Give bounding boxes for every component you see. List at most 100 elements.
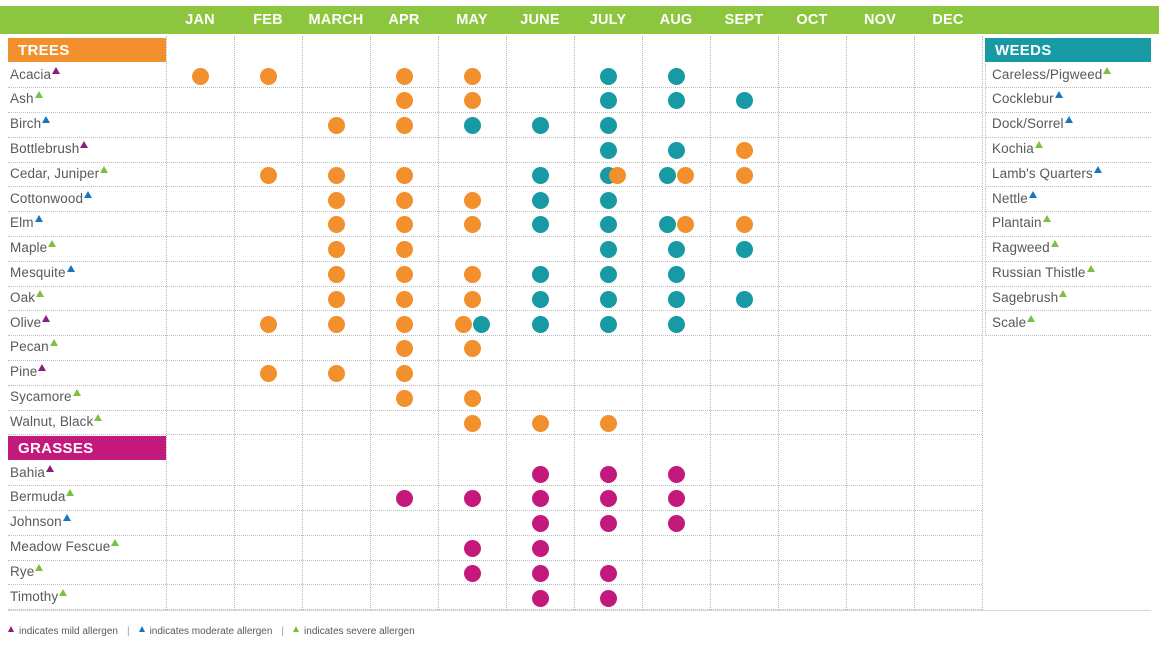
table-row[interactable]: Nettle xyxy=(985,187,1151,213)
table-row[interactable]: Careless/Pigweed xyxy=(985,63,1151,89)
section-title-weeds: WEEDS xyxy=(995,41,1052,59)
allergen-dot xyxy=(463,340,481,358)
month-label-sept: SEPT xyxy=(724,12,764,28)
table-row[interactable]: Kochia xyxy=(985,137,1151,163)
allergen-dot xyxy=(667,465,685,483)
table-row[interactable]: Cottonwood xyxy=(8,188,982,213)
allergen-dot xyxy=(395,490,413,508)
table-row[interactable]: Ash xyxy=(8,88,982,114)
table-row[interactable]: Pine xyxy=(8,361,982,386)
allergen-dot xyxy=(658,166,676,184)
table-row[interactable]: Oak xyxy=(8,287,982,312)
table-row[interactable]: Russian Thistle xyxy=(985,261,1151,287)
allergen-name: Cedar, Juniper xyxy=(10,165,109,181)
legend-triangle-severe-icon xyxy=(293,625,300,632)
table-row[interactable]: Cocklebur xyxy=(985,88,1151,114)
allergen-dot xyxy=(667,490,685,508)
table-row[interactable]: Plantain xyxy=(985,212,1151,238)
allergen-dot xyxy=(463,539,481,557)
month-label-jan: JAN xyxy=(185,12,215,28)
allergen-dot xyxy=(463,290,481,308)
allergen-dot xyxy=(463,265,481,283)
allergen-dot xyxy=(599,564,617,582)
table-row[interactable]: Meadow Fescue xyxy=(8,536,982,561)
severity-triangle-icon xyxy=(42,116,51,124)
severity-triangle-icon xyxy=(38,364,47,372)
allergen-dot xyxy=(667,141,685,159)
month-label-nov: NOV xyxy=(863,12,897,28)
table-row[interactable]: Scale xyxy=(985,311,1151,337)
allergen-dot xyxy=(735,216,753,234)
allergen-dot xyxy=(395,340,413,358)
severity-triangle-icon xyxy=(62,514,71,522)
allergen-name: Nettle xyxy=(992,190,1037,206)
table-row[interactable]: Cedar, Juniper xyxy=(8,163,982,188)
allergen-dot xyxy=(531,191,549,209)
table-row[interactable]: Bahia xyxy=(8,462,982,487)
table-row[interactable]: Bermuda xyxy=(8,486,982,512)
allergen-name: Maple xyxy=(10,240,57,255)
allergen-dot xyxy=(463,92,481,110)
table-row[interactable]: Acacia xyxy=(8,64,982,89)
allergen-dot xyxy=(676,166,694,184)
allergen-name: Lamb's Quarters xyxy=(992,165,1102,181)
allergen-name: Johnson xyxy=(10,514,71,529)
allergen-dot xyxy=(676,216,694,234)
allergen-dot xyxy=(395,191,413,209)
month-label-july: JULY xyxy=(589,12,627,28)
severity-triangle-icon xyxy=(1028,190,1037,198)
allergen-dot xyxy=(463,389,481,407)
allergen-dot xyxy=(599,92,617,110)
month-label-apr: APR xyxy=(388,12,420,28)
allergen-name: Pine xyxy=(10,364,47,379)
table-row[interactable]: Sycamore xyxy=(8,386,982,411)
table-row[interactable]: Birch xyxy=(8,113,982,138)
severity-triangle-icon xyxy=(1027,314,1036,322)
severity-triangle-icon xyxy=(1103,66,1112,74)
allergen-dot xyxy=(735,241,753,259)
table-row[interactable]: Johnson xyxy=(8,511,982,536)
allergen-dot xyxy=(395,315,413,333)
allergen-dot xyxy=(395,117,413,135)
severity-triangle-icon xyxy=(1064,116,1073,124)
table-row[interactable]: Rye xyxy=(8,561,982,586)
allergen-name: Careless/Pigweed xyxy=(992,66,1112,82)
table-row[interactable]: Dock/Sorrel xyxy=(985,113,1151,138)
allergen-name: Timothy xyxy=(10,588,68,604)
allergen-dot xyxy=(463,191,481,209)
allergen-dot xyxy=(395,389,413,407)
table-row[interactable]: Walnut, Black xyxy=(8,411,982,436)
legend-triangle-moderate-icon xyxy=(138,625,145,632)
allergen-dot xyxy=(463,490,481,508)
table-row[interactable]: Bottlebrush xyxy=(8,138,982,163)
allergen-dot xyxy=(531,290,549,308)
allergen-dot xyxy=(599,490,617,508)
allergen-dot xyxy=(599,117,617,135)
month-label-aug: AUG xyxy=(659,12,693,28)
table-row[interactable]: Pecan xyxy=(8,336,982,362)
legend-separator: | xyxy=(281,626,285,637)
table-row[interactable]: Mesquite xyxy=(8,262,982,287)
allergen-name: Bahia xyxy=(10,464,55,480)
allergen-dot xyxy=(327,265,345,283)
severity-triangle-icon xyxy=(72,388,81,396)
allergen-dot xyxy=(531,216,549,234)
table-row[interactable]: Elm xyxy=(8,212,982,238)
allergen-dot xyxy=(463,216,481,234)
severity-triangle-icon xyxy=(59,588,68,596)
table-row[interactable]: Maple xyxy=(8,237,982,262)
allergen-dot xyxy=(608,166,626,184)
allergen-dot xyxy=(395,290,413,308)
severity-triangle-icon xyxy=(66,489,75,497)
allergen-dot xyxy=(531,515,549,533)
section-header-grasses: GRASSES xyxy=(8,436,166,460)
allergen-name: Walnut, Black xyxy=(10,413,103,429)
month-labels: JAN FEB MARCH APR MAY JUNE JULY AUG SEPT OCT NOV DE… xyxy=(166,12,982,28)
table-row[interactable]: Lamb's Quarters xyxy=(985,162,1151,188)
allergen-dot xyxy=(599,465,617,483)
table-row[interactable]: Ragweed xyxy=(985,237,1151,262)
table-row[interactable]: Timothy xyxy=(8,586,982,611)
allergen-name: Ash xyxy=(10,91,43,106)
table-row[interactable]: Olive xyxy=(8,312,982,337)
table-row[interactable]: Sagebrush xyxy=(985,286,1151,312)
